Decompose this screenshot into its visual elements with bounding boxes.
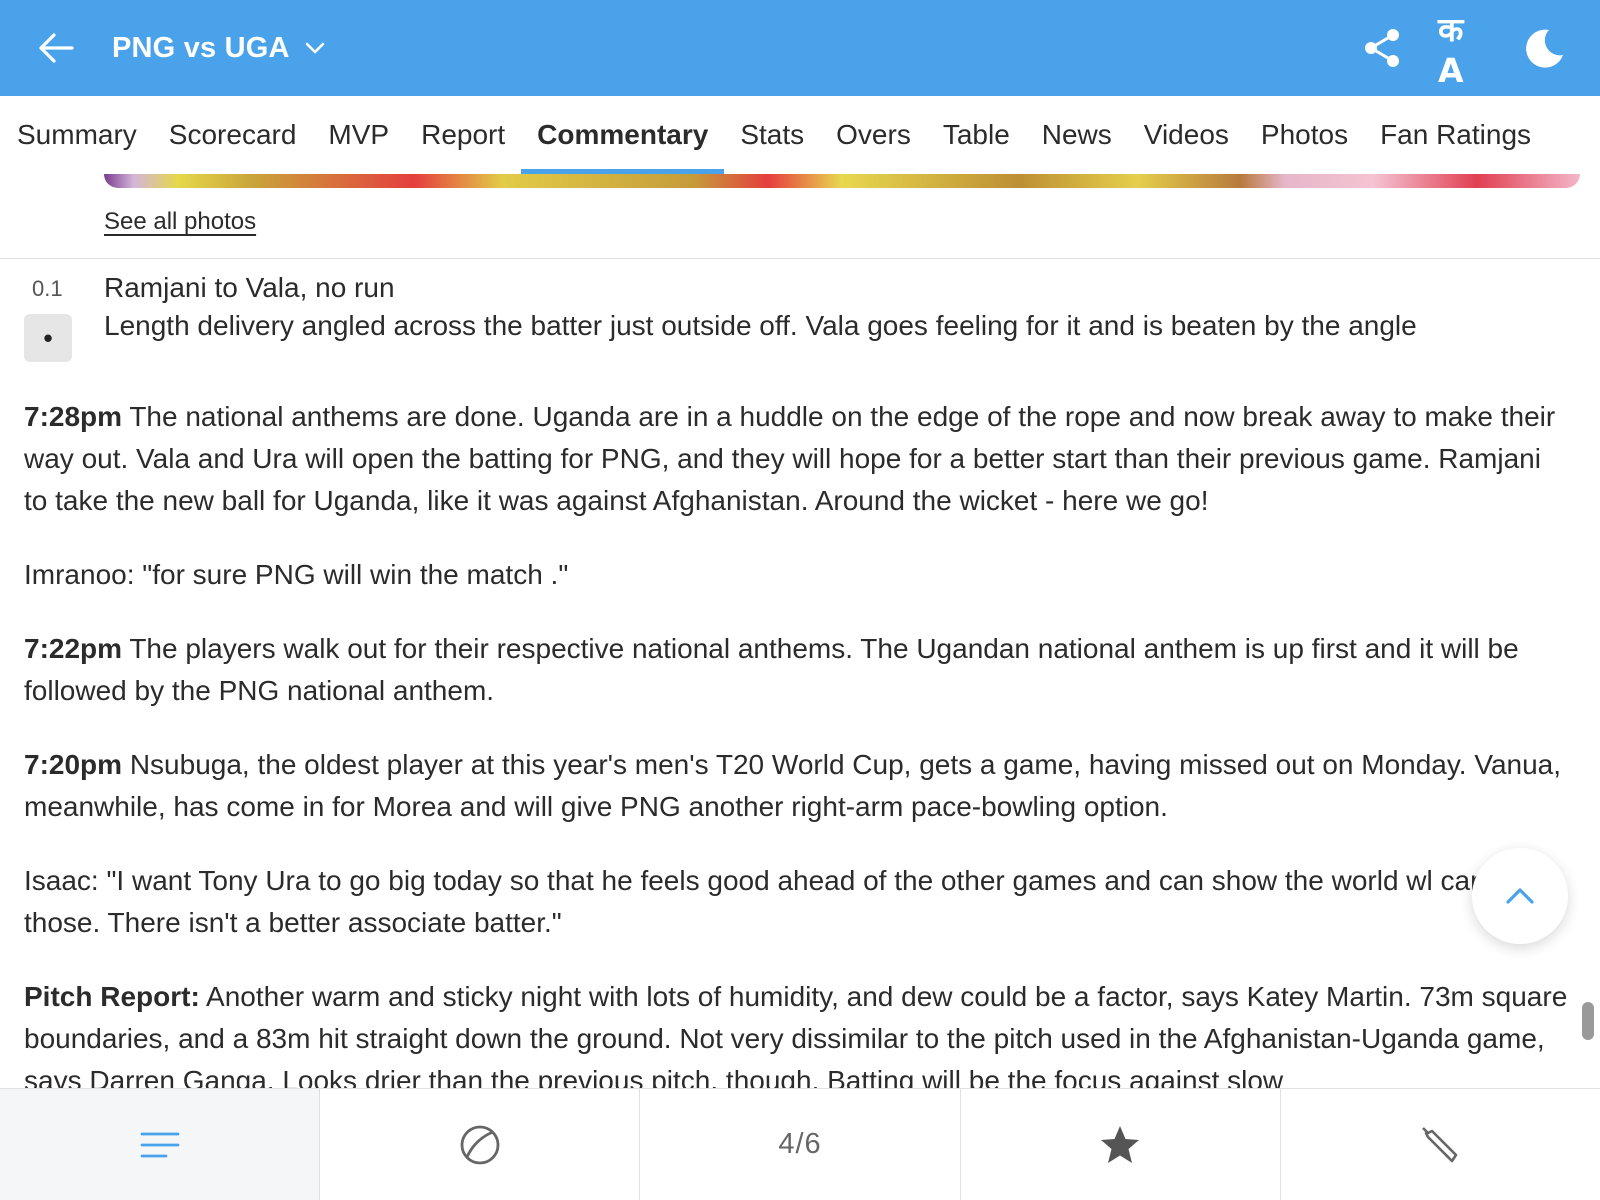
- commentary-time: 7:20pm: [24, 749, 123, 780]
- tab-videos[interactable]: Videos: [1128, 96, 1245, 174]
- moon-icon[interactable]: [1520, 24, 1568, 72]
- tab-news[interactable]: News: [1026, 96, 1128, 174]
- commentary-entry: 7:20pm Nsubuga, the oldest player at thi…: [24, 744, 1572, 828]
- tab-bar: Summary Scorecard MVP Report Commentary Stats…: [0, 96, 1600, 174]
- match-selector[interactable]: PNG vs UGA: [112, 0, 326, 96]
- match-title: PNG vs UGA: [112, 31, 290, 64]
- commentary-time: Pitch Report:: [24, 981, 200, 1012]
- over-number: 0.1: [32, 276, 63, 301]
- ball-description: Length delivery angled across the batter…: [104, 310, 1417, 341]
- tab-report[interactable]: Report: [405, 96, 521, 174]
- tab-mvp[interactable]: MVP: [312, 96, 405, 174]
- bat-icon[interactable]: [1281, 1089, 1600, 1200]
- commentary-entry: 7:28pm The national anthems are done. Ug…: [24, 396, 1572, 522]
- app-bar: PNG vs UGA क A: [0, 0, 1600, 96]
- tab-stats[interactable]: Stats: [724, 96, 820, 174]
- bottom-nav: 4/6: [0, 1088, 1600, 1200]
- commentary-text: The players walk out for their respectiv…: [24, 633, 1519, 706]
- score-counter[interactable]: 4/6: [640, 1089, 961, 1200]
- commentary-feed: 7:28pm The national anthems are done. Ug…: [24, 396, 1572, 1134]
- commentary-list-icon[interactable]: [0, 1089, 321, 1200]
- tab-fan-ratings[interactable]: Fan Ratings: [1364, 96, 1547, 174]
- commentary-entry: Pitch Report: Another warm and sticky ni…: [24, 976, 1572, 1102]
- star-icon[interactable]: [961, 1089, 1281, 1200]
- commentary-entry: Imranoo: "for sure PNG will win the matc…: [24, 554, 1572, 596]
- tab-scorecard[interactable]: Scorecard: [153, 96, 313, 174]
- commentary-time: 7:28pm: [24, 401, 123, 432]
- commentary-text: Another warm and sticky night with lots …: [24, 981, 1568, 1096]
- photo-carousel[interactable]: [104, 174, 1580, 188]
- commentary-text: Nsubuga, the oldest player at this year'…: [24, 749, 1562, 822]
- commentary-text: Isaac: "I want Tony Ura to go big today …: [24, 865, 1555, 938]
- commentary-text: Imranoo: "for sure PNG will win the matc…: [24, 559, 569, 590]
- see-all-photos-link[interactable]: See all photos: [104, 208, 256, 236]
- ball-icon[interactable]: [320, 1089, 641, 1200]
- scroll-to-top-button[interactable]: [1472, 848, 1568, 944]
- chevron-down-icon: [304, 37, 326, 59]
- back-arrow-icon[interactable]: [36, 28, 76, 68]
- tab-table[interactable]: Table: [927, 96, 1026, 174]
- ball-result-badge: •: [24, 314, 72, 362]
- divider: [0, 258, 1600, 259]
- ball-title: Ramjani to Vala, no run: [104, 272, 395, 303]
- commentary-entry: 7:22pm The players walk out for their re…: [24, 628, 1572, 712]
- tab-photos[interactable]: Photos: [1245, 96, 1364, 174]
- boundary-count: 4/6: [778, 1128, 822, 1160]
- tab-commentary[interactable]: Commentary: [521, 96, 725, 174]
- commentary-entry: Isaac: "I want Tony Ura to go big today …: [24, 860, 1572, 944]
- tab-summary[interactable]: Summary: [17, 96, 153, 174]
- scrollbar[interactable]: [1582, 1002, 1594, 1040]
- tab-overs[interactable]: Overs: [820, 96, 927, 174]
- share-icon[interactable]: [1358, 24, 1406, 72]
- chevron-up-icon: [1506, 888, 1534, 904]
- commentary-time: 7:22pm: [24, 633, 123, 664]
- commentary-text: The national anthems are done. Uganda ar…: [24, 401, 1556, 516]
- language-icon[interactable]: क A: [1438, 10, 1486, 90]
